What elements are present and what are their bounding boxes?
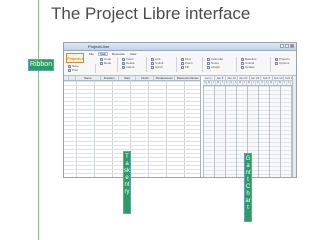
task-table-column-finish[interactable]: Finish bbox=[136, 76, 155, 80]
ribbon-tab-file[interactable]: File bbox=[88, 52, 95, 56]
print-icon bbox=[68, 68, 71, 72]
task-table-column-resource-names[interactable]: Resource Names bbox=[175, 76, 200, 80]
minimize-icon[interactable] bbox=[280, 44, 284, 48]
undo-icon bbox=[100, 57, 103, 61]
calendar-icon bbox=[207, 57, 210, 61]
project-workspace: Name Duration Start Finish Predecessors … bbox=[64, 76, 296, 177]
gantt-week-label: Jan 1 bbox=[203, 76, 215, 80]
update-icon bbox=[241, 65, 244, 69]
app-titlebar: ProjectLibre bbox=[64, 43, 296, 51]
slide-title: The Project Libre interface bbox=[51, 4, 251, 23]
gantt-week-label: Feb 5 bbox=[261, 76, 273, 80]
critical-path-icon bbox=[241, 61, 244, 65]
notes-icon bbox=[207, 61, 210, 65]
ribbon-tool-label: Print bbox=[72, 68, 79, 72]
ribbon-assign-tool[interactable]: Assign bbox=[207, 65, 236, 69]
gantt-timescale-header: Jan 1 Jan 8 Jan 15 Jan 22 Jan 29 Feb 5 F… bbox=[203, 76, 296, 86]
projectlibre-logo: ProjectLibre bbox=[66, 53, 84, 63]
projectlibre-window-screenshot: ProjectLibre ProjectLibre File Task Reso… bbox=[63, 42, 297, 178]
window-controls bbox=[280, 44, 294, 48]
ribbon-scroll-tool[interactable]: Scroll bbox=[151, 65, 176, 69]
link-icon bbox=[151, 57, 154, 61]
task-table-column-indicator[interactable] bbox=[69, 76, 76, 80]
ribbon-group-projects: Projects Options bbox=[273, 57, 295, 72]
ribbon-callout-label: Ribbon bbox=[28, 59, 54, 71]
ribbon-tab-task[interactable]: Task bbox=[97, 52, 109, 56]
ribbon-fill-tool[interactable]: Fill bbox=[181, 65, 202, 69]
ribbon-tool-label: Fill bbox=[185, 65, 189, 69]
close-icon[interactable] bbox=[290, 44, 294, 48]
delete-icon bbox=[122, 61, 125, 65]
ribbon-update-tool[interactable]: Update bbox=[241, 65, 270, 69]
gantt-week-label: Feb 12 bbox=[273, 76, 285, 80]
task-entry-table[interactable]: Name Duration Start Finish Predecessors … bbox=[64, 76, 201, 177]
scroll-icon bbox=[151, 65, 154, 69]
ribbon-tool-label: Indent bbox=[126, 65, 135, 69]
ribbon-tool-label: Scroll bbox=[155, 65, 163, 69]
gantt-week-label: Jan 22 bbox=[238, 76, 250, 80]
task-table-column-name[interactable]: Name bbox=[76, 76, 101, 80]
ribbon-tool-label: Redo bbox=[104, 61, 112, 65]
save-icon bbox=[68, 64, 71, 68]
gantt-week-label: Jan 15 bbox=[226, 76, 238, 80]
presentation-slide: The Project Libre interface ProjectLibre… bbox=[0, 0, 320, 240]
indent-icon bbox=[122, 65, 125, 69]
ribbon-tool-label: Assign bbox=[211, 65, 221, 69]
task-table-column-predecessors[interactable]: Predecessors bbox=[154, 76, 176, 80]
baseline-icon bbox=[241, 57, 244, 61]
zoom-icon bbox=[181, 61, 184, 65]
ribbon-group-info: Calendar Notes Assign bbox=[205, 57, 237, 72]
ribbon-tool-label: Options bbox=[279, 61, 290, 65]
ribbon-indent-tool[interactable]: Indent bbox=[122, 65, 146, 69]
fill-icon bbox=[181, 65, 184, 69]
unlink-icon bbox=[151, 61, 154, 65]
ribbon-tab-resource[interactable]: Resource bbox=[111, 52, 126, 56]
ribbon-group-task: Insert Delete Indent bbox=[120, 57, 147, 72]
task-entry-callout-label: Task entry bbox=[123, 151, 131, 214]
gantt-chart-callout-label: Gantt Chart bbox=[244, 153, 252, 222]
insert-icon bbox=[122, 57, 125, 61]
ribbon-tool-label: Update bbox=[245, 65, 255, 69]
task-table-column-start[interactable]: Start bbox=[119, 76, 137, 80]
ribbon-group-edit: Undo Redo bbox=[98, 57, 118, 72]
task-table-column-duration[interactable]: Duration bbox=[101, 76, 119, 80]
ribbon-group-tracking: Baseline Critical Update bbox=[239, 57, 271, 72]
vertical-scrollbar[interactable] bbox=[292, 76, 296, 177]
gantt-week-label: Jan 8 bbox=[215, 76, 227, 80]
projects-icon bbox=[275, 57, 278, 61]
ribbon-group-links: Link Unlink Scroll bbox=[149, 57, 177, 72]
ribbon-print-tool[interactable]: Print bbox=[68, 68, 95, 72]
ribbon-redo-tool[interactable]: Redo bbox=[100, 61, 117, 65]
gantt-week-label: Jan 29 bbox=[250, 76, 262, 80]
ribbon-options-tool[interactable]: Options bbox=[275, 61, 295, 65]
ribbon-group-view: Find Zoom Fill bbox=[179, 57, 203, 72]
app-ribbon: ProjectLibre File Task Resource View Sav… bbox=[64, 51, 296, 76]
redo-icon bbox=[100, 61, 103, 65]
ribbon-tab-view[interactable]: View bbox=[129, 52, 137, 56]
assign-icon bbox=[207, 65, 210, 69]
maximize-icon[interactable] bbox=[285, 44, 289, 48]
ribbon-tabs: File Task Resource View bbox=[88, 52, 137, 56]
slide-accent-line bbox=[38, 0, 39, 240]
ribbon-group-file-actions: Save Print bbox=[66, 64, 96, 73]
app-title: ProjectLibre bbox=[88, 44, 110, 49]
options-icon bbox=[275, 61, 278, 65]
empty-task-rows[interactable] bbox=[64, 81, 200, 177]
search-icon bbox=[181, 57, 184, 61]
